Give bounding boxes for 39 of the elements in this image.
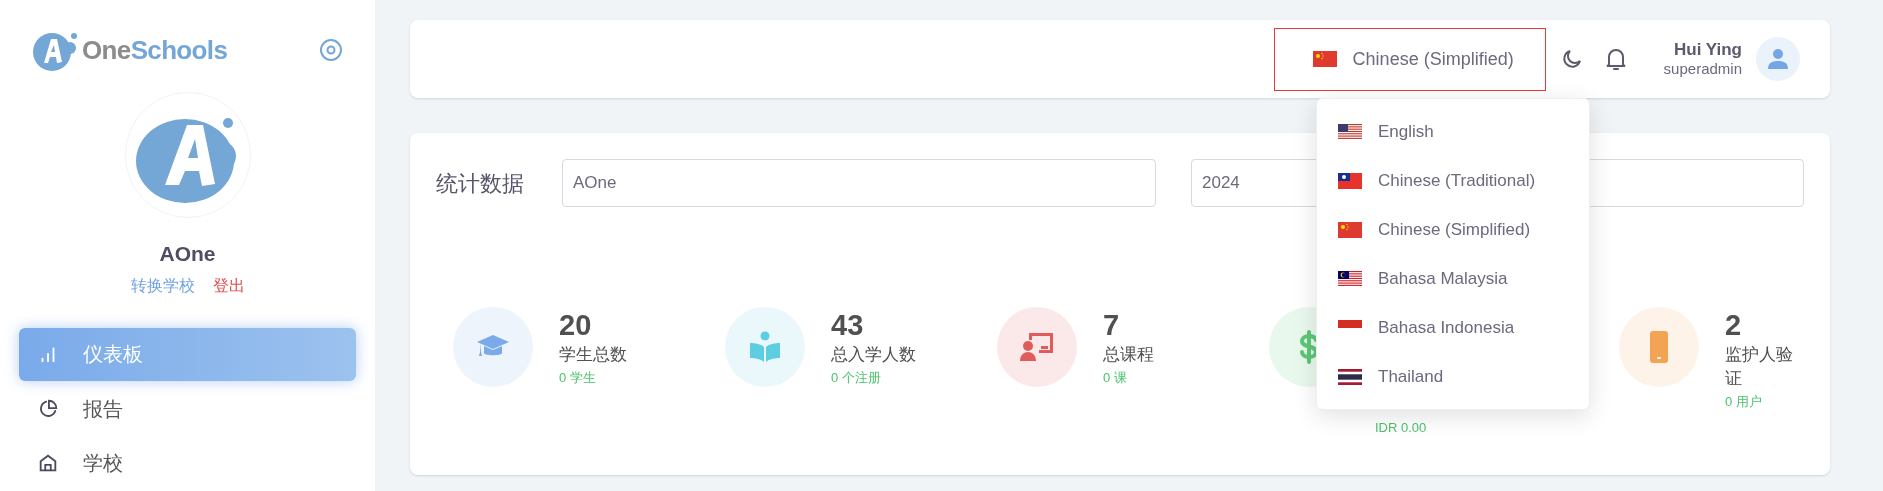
language-button[interactable]: Chinese (Simplified) — [1273, 27, 1546, 91]
stat-subtext: 0 用户 — [1725, 393, 1763, 411]
stat-label: 总课程 — [1103, 344, 1154, 366]
stat-value: 2 — [1725, 308, 1743, 343]
logout-link[interactable]: 登出 — [212, 273, 245, 298]
school-name: AOne — [159, 241, 216, 267]
language-option[interactable]: Bahasa Indonesia — [1317, 303, 1589, 352]
flag-icon — [1338, 221, 1362, 238]
sidebar-item[interactable]: 学校 — [19, 436, 356, 489]
user-icon — [1767, 48, 1789, 70]
stat-value: 20 — [559, 308, 593, 343]
brand-name: OneSchools — [82, 33, 228, 67]
stat-label: 总入学人数 — [831, 344, 916, 366]
stat-value: 7 — [1103, 308, 1121, 343]
language-option[interactable]: Chinese (Traditional) — [1317, 156, 1589, 205]
flag-icon — [1338, 319, 1362, 328]
stat-label: 监护人验证 — [1725, 344, 1794, 390]
flag-icon — [1312, 51, 1337, 67]
stat-subtext: 0 学生 — [559, 369, 597, 387]
section-title: 统计数据 — [436, 169, 525, 198]
flag-icon — [1338, 123, 1362, 140]
flag-icon — [1338, 172, 1362, 189]
stat-value: 43 — [831, 308, 865, 343]
language-option[interactable]: English — [1317, 107, 1589, 156]
sidebar-item[interactable]: 报告 — [19, 382, 356, 435]
stat-subtext: 0 课 — [1103, 369, 1128, 387]
stat-subtext: IDR 0.00 — [1375, 419, 1427, 437]
pie-chart-icon — [37, 397, 59, 420]
language-option[interactable]: Thailand — [1317, 352, 1589, 401]
flag-icon — [1338, 270, 1362, 287]
target-icon[interactable] — [319, 38, 343, 62]
stat-label: 学生总数 — [559, 344, 627, 366]
user-name: Hui Ying — [1674, 39, 1742, 61]
language-option[interactable]: Bahasa Malaysia — [1317, 254, 1589, 303]
flag-icon — [1338, 368, 1362, 385]
language-option[interactable]: Chinese (Simplified) — [1317, 205, 1589, 254]
user-role: superadmin — [1663, 60, 1742, 79]
stat-subtext: 0 个注册 — [831, 369, 882, 387]
school-field[interactable]: AOne — [562, 159, 1156, 207]
